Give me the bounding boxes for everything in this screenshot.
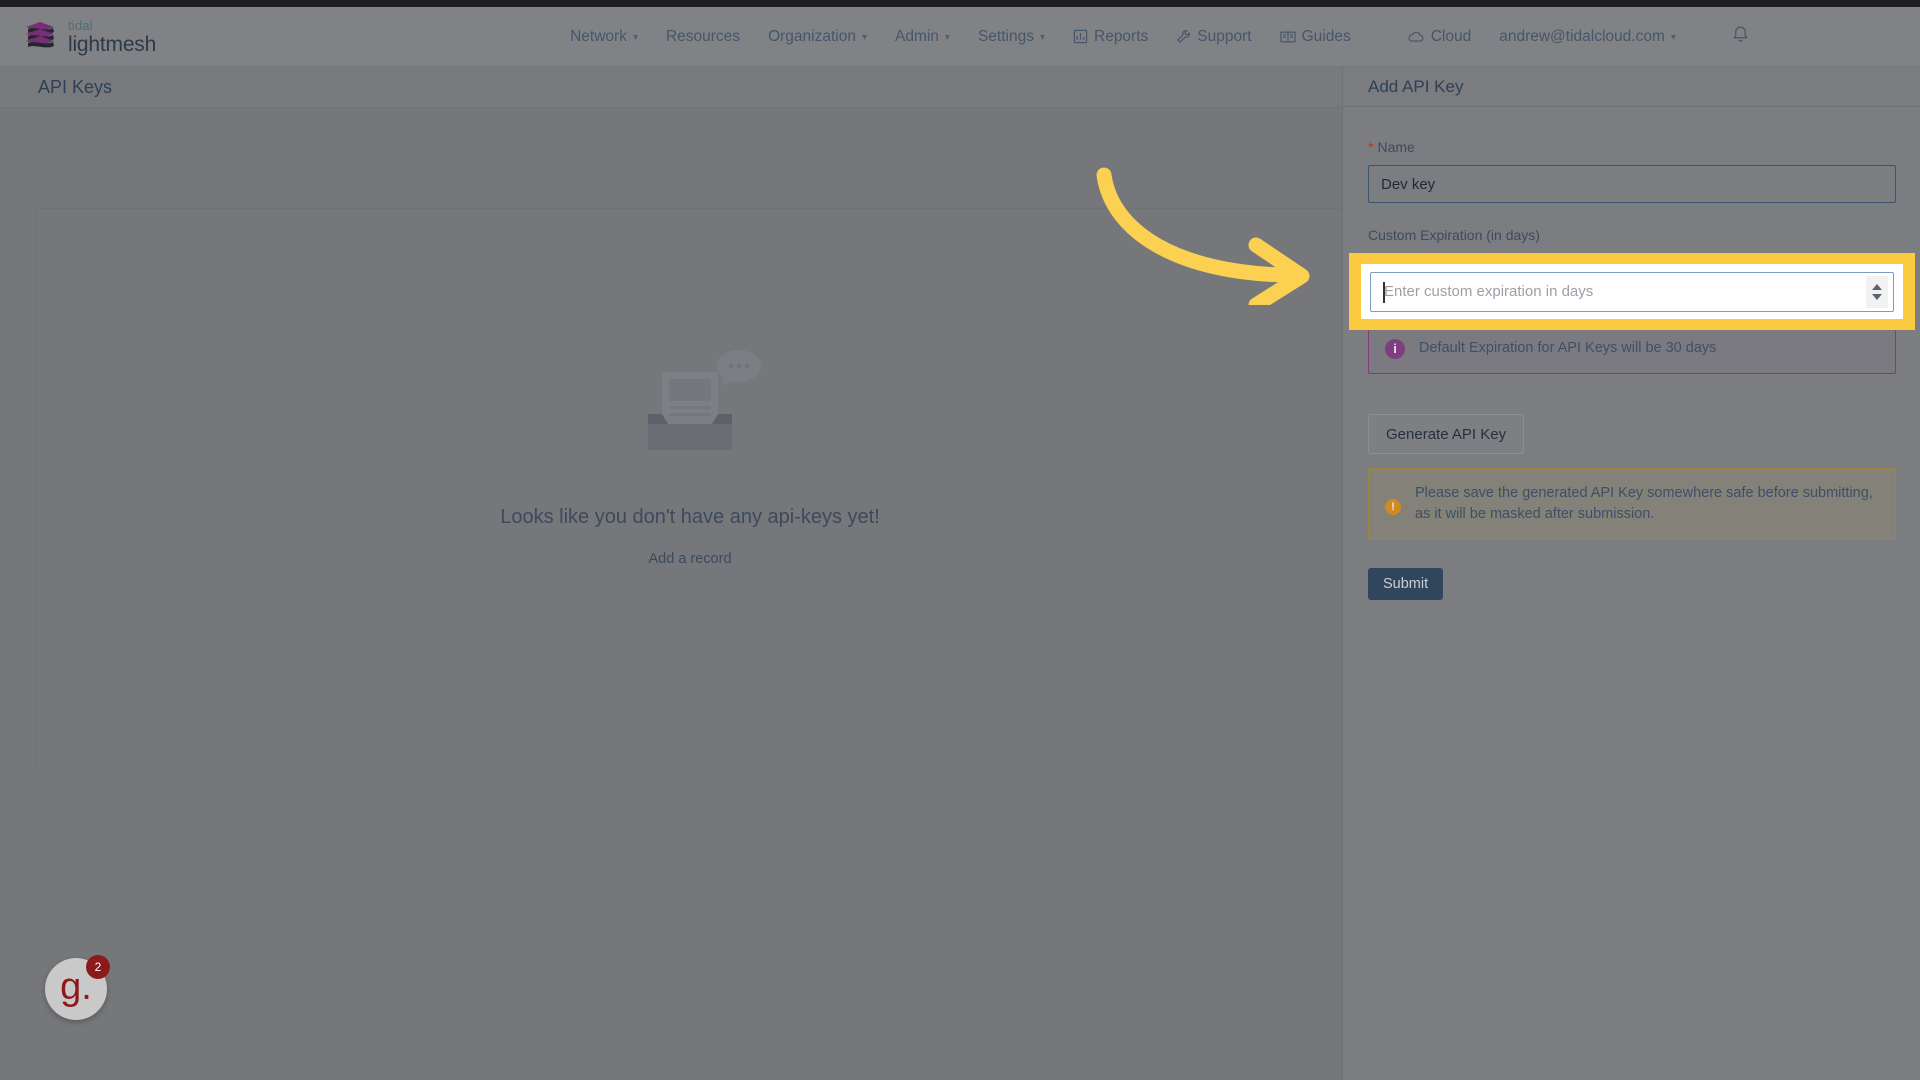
empty-state-message: Looks like you don't have any api-keys y… bbox=[500, 506, 880, 528]
app-root: tidal lightmesh Network ▾ Resources Orga… bbox=[0, 0, 1920, 1080]
nav-item-settings[interactable]: Settings ▾ bbox=[964, 20, 1059, 54]
api-keys-card: Looks like you don't have any api-keys y… bbox=[35, 208, 1343, 765]
add-a-record-link[interactable]: Add a record bbox=[648, 551, 731, 567]
book-icon bbox=[1279, 30, 1296, 44]
drawer-body: *Name Custom Expiration (in days) i Defa… bbox=[1343, 107, 1920, 601]
info-alert: i Default Expiration for API Keys will b… bbox=[1368, 323, 1896, 375]
nav-label-support: Support bbox=[1197, 27, 1252, 45]
nav-item-organization[interactable]: Organization ▾ bbox=[754, 20, 881, 54]
g2-review-widget[interactable]: g. 2 bbox=[45, 955, 110, 1020]
brand-top-word: tidal bbox=[68, 17, 93, 33]
text-caret bbox=[1383, 281, 1385, 303]
chevron-down-icon: ▾ bbox=[632, 32, 638, 43]
account-menu[interactable]: andrew@tidalcloud.com ▾ bbox=[1485, 20, 1690, 54]
drawer-title: Add API Key bbox=[1368, 76, 1464, 96]
page-title: API Keys bbox=[38, 76, 113, 97]
number-stepper[interactable] bbox=[1866, 275, 1888, 308]
nav-label-resources: Resources bbox=[665, 27, 741, 45]
brand-logo[interactable]: tidal lightmesh bbox=[22, 19, 156, 55]
info-circle-icon: i bbox=[1385, 338, 1405, 359]
main-nav: Network ▾ Resources Organization ▾ Admin… bbox=[556, 20, 1749, 54]
brand-bottom-word: lightmesh bbox=[68, 32, 157, 56]
field-highlight-box bbox=[1349, 253, 1915, 330]
chevron-down-icon: ▾ bbox=[1670, 32, 1676, 43]
nav-item-reports[interactable]: Reports bbox=[1059, 20, 1162, 54]
nav-item-admin[interactable]: Admin ▾ bbox=[881, 20, 964, 54]
browser-top-strip bbox=[0, 0, 1920, 7]
empty-state: Looks like you don't have any api-keys y… bbox=[36, 209, 1344, 766]
nav-label-organization: Organization bbox=[768, 27, 856, 45]
add-api-key-drawer: Add API Key *Name Custom Expiration (in … bbox=[1342, 67, 1920, 1080]
warning-alert-text: Please save the generated API Key somewh… bbox=[1415, 485, 1873, 523]
warning-circle-icon: ! bbox=[1385, 499, 1401, 516]
nav-label-admin: Admin bbox=[894, 27, 939, 45]
empty-inbox-icon bbox=[622, 348, 772, 458]
name-label-text: Name bbox=[1377, 139, 1415, 155]
stacked-layers-icon bbox=[22, 20, 58, 54]
nav-label-settings: Settings bbox=[977, 27, 1034, 45]
name-input[interactable] bbox=[1368, 165, 1896, 203]
chevron-down-icon: ▾ bbox=[944, 32, 950, 43]
info-alert-text: Default Expiration for API Keys will be … bbox=[1419, 340, 1717, 356]
bar-chart-icon bbox=[1073, 29, 1088, 44]
nav-label-reports: Reports bbox=[1094, 27, 1149, 45]
generate-api-key-button[interactable]: Generate API Key bbox=[1368, 414, 1525, 455]
nav-item-network[interactable]: Network ▾ bbox=[556, 20, 652, 54]
wrench-icon bbox=[1176, 29, 1191, 44]
warning-alert: ! Please save the generated API Key some… bbox=[1368, 468, 1896, 541]
expiration-input-wrapper[interactable] bbox=[1370, 271, 1894, 312]
nav-label-network: Network bbox=[570, 27, 627, 45]
notifications-button[interactable] bbox=[1732, 25, 1749, 49]
nav-label-cloud: Cloud bbox=[1430, 27, 1472, 45]
bell-icon bbox=[1732, 25, 1749, 49]
chevron-down-icon: ▾ bbox=[861, 32, 867, 43]
expiration-field-label: Custom Expiration (in days) bbox=[1368, 227, 1540, 243]
g2-count-badge: 2 bbox=[86, 955, 110, 979]
main-content: Looks like you don't have any api-keys y… bbox=[0, 108, 1343, 1080]
submit-button[interactable]: Submit bbox=[1368, 568, 1444, 601]
required-marker: * bbox=[1368, 139, 1374, 155]
stepper-down-icon[interactable] bbox=[1872, 293, 1882, 300]
drawer-header: Add API Key bbox=[1343, 67, 1920, 107]
top-navigation-bar: tidal lightmesh Network ▾ Resources Orga… bbox=[0, 7, 1920, 67]
page-header: API Keys bbox=[0, 67, 1342, 108]
nav-item-support[interactable]: Support bbox=[1162, 20, 1265, 54]
nav-label-guides: Guides bbox=[1301, 27, 1351, 45]
stepper-up-icon[interactable] bbox=[1872, 283, 1882, 290]
nav-item-cloud[interactable]: Cloud bbox=[1393, 20, 1486, 54]
nav-item-resources[interactable]: Resources bbox=[652, 20, 754, 54]
nav-item-guides[interactable]: Guides bbox=[1266, 20, 1365, 54]
highlight-inner bbox=[1361, 264, 1903, 319]
name-field-label: * Name bbox=[1368, 139, 1895, 155]
expiration-input[interactable] bbox=[1371, 272, 1866, 311]
account-email: andrew@tidalcloud.com bbox=[1499, 27, 1665, 45]
chevron-down-icon: ▾ bbox=[1039, 32, 1045, 43]
cloud-icon bbox=[1407, 30, 1425, 44]
